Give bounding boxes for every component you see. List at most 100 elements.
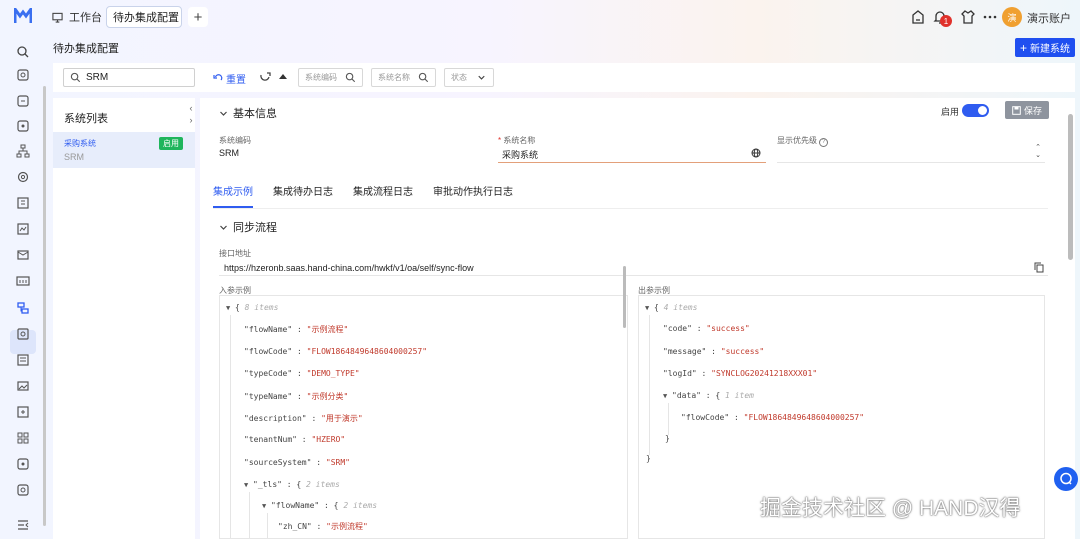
tab-workbench-label: 工作台	[69, 12, 102, 24]
stepper-arrows-icon[interactable]: ⌃ ⌄	[1035, 144, 1041, 160]
help-chat-button[interactable]	[1054, 467, 1078, 491]
search-icon[interactable]	[16, 45, 30, 59]
copy-icon[interactable]	[1034, 262, 1044, 273]
chevron-left-icon: ‹	[189, 103, 193, 113]
caret-down-icon[interactable]: ▼	[226, 304, 230, 312]
json-value: "FLOW1864849648604000257"	[306, 347, 428, 356]
sync-flow-header[interactable]: 同步流程	[219, 219, 277, 235]
chevron-down-icon	[478, 75, 485, 80]
avatar[interactable]: 演	[1002, 7, 1022, 27]
gear-icon[interactable]	[16, 170, 30, 184]
caret-down-icon[interactable]: ▼	[645, 304, 649, 312]
json-field: "sourceSystem" : "SRM"	[244, 458, 350, 467]
globe-icon[interactable]	[751, 148, 761, 158]
nav-icon-6[interactable]	[16, 274, 30, 288]
tab-workbench[interactable]: 工作台	[52, 6, 102, 28]
caret-down-icon[interactable]: ▼	[663, 392, 667, 400]
system-code-filter[interactable]: 系统编码	[298, 68, 363, 87]
nav-icon-1[interactable]	[16, 68, 30, 82]
system-name-filter[interactable]: 系统名称	[371, 68, 436, 87]
json-key: "description"	[244, 414, 307, 423]
mail-icon[interactable]	[16, 248, 30, 262]
caret-down-icon[interactable]: ▼	[262, 502, 266, 510]
org-chart-icon[interactable]	[16, 144, 30, 158]
tab-approval-log[interactable]: 审批动作执行日志	[433, 183, 513, 204]
json-field: "flowName" : "示例流程"	[244, 325, 349, 334]
nav-icon-4[interactable]	[16, 196, 30, 210]
collapse-menu-icon[interactable]	[16, 518, 30, 532]
tab-todo-integration[interactable]: 待办集成配置	[106, 6, 182, 28]
new-system-button[interactable]: + 新建系统	[1015, 38, 1075, 57]
left-nav	[0, 34, 48, 539]
nav-icon-9[interactable]	[16, 405, 30, 419]
priority-field[interactable]: ⌃ ⌄	[777, 144, 1045, 163]
tab-flow-log[interactable]: 集成流程日志	[353, 183, 413, 204]
nav-icon-10[interactable]	[16, 431, 30, 445]
json-value: "示例分类"	[306, 392, 349, 401]
save-button[interactable]: 保存	[1005, 101, 1049, 119]
shirt-icon[interactable]	[960, 9, 976, 25]
nav-scrollbar[interactable]	[43, 86, 46, 526]
json-field: "code" : "success"	[663, 324, 750, 333]
add-tab-label: +	[193, 8, 203, 26]
plus-icon: +	[1019, 40, 1027, 55]
search-input[interactable]	[86, 70, 186, 85]
more-icon[interactable]	[982, 9, 998, 25]
search-icon	[418, 72, 429, 83]
status-filter[interactable]: 状态	[444, 68, 494, 87]
json-key: "sourceSystem"	[244, 458, 312, 467]
system-code-placeholder: 系统编码	[305, 73, 337, 82]
json-closing-brace: }	[646, 454, 651, 463]
search-box[interactable]	[63, 68, 195, 87]
user-name[interactable]: 演示账户	[1027, 10, 1071, 26]
chevron-down-icon	[220, 111, 227, 116]
list-item-code: SRM	[64, 152, 84, 162]
nav-icon-12[interactable]	[16, 483, 30, 497]
json-field: ▼ "_tls" : { 2 items	[244, 480, 340, 489]
tab-integration-example[interactable]: 集成示例	[213, 183, 253, 208]
json-key: "flowName"	[271, 501, 320, 510]
item-count: 2 items	[306, 480, 340, 489]
app-logo-icon[interactable]	[14, 8, 32, 24]
nav-icon-5[interactable]	[16, 222, 30, 236]
integration-icon[interactable]	[16, 301, 30, 315]
add-tab-button[interactable]: +	[188, 7, 208, 27]
input-json-scrollbar[interactable]	[623, 266, 626, 328]
enable-toggle[interactable]	[962, 104, 989, 117]
nav-icon-7[interactable]	[16, 327, 30, 341]
basic-info-header[interactable]: 基本信息	[219, 105, 277, 121]
refresh-icon[interactable]	[259, 71, 271, 83]
json-key: "tenantNum"	[244, 435, 297, 444]
indent-guide	[668, 403, 669, 435]
list-item[interactable]: 采购系统 SRM 启用	[53, 132, 195, 168]
chevron-down-icon	[220, 225, 227, 230]
save-label: 保存	[1023, 105, 1042, 116]
image-icon[interactable]	[16, 379, 30, 393]
nav-icon-3[interactable]	[16, 119, 30, 133]
item-count: 2 items	[343, 501, 378, 510]
reset-button[interactable]: 重置	[213, 71, 246, 86]
item-count: 1 item	[725, 391, 754, 400]
tab-divider	[213, 208, 1048, 209]
nav-icon-11[interactable]	[16, 457, 30, 471]
json-value: "DEMO_TYPE"	[306, 369, 360, 378]
json-value: "SYNCLOG20241218XXX01"	[711, 369, 818, 378]
panel-collapse-toggle[interactable]: ‹ ›	[186, 102, 196, 128]
chat-icon	[1060, 472, 1072, 485]
endpoint-label: 接口地址	[219, 249, 251, 258]
enable-label: 启用	[941, 107, 960, 117]
json-field: "message" : "success"	[663, 347, 765, 356]
nav-icon-8[interactable]	[16, 353, 30, 367]
nav-icon-2[interactable]	[16, 94, 30, 108]
tab-todo-log[interactable]: 集成待办日志	[273, 183, 333, 204]
home-icon[interactable]	[910, 9, 926, 25]
input-json-viewer[interactable]: ▼ { 8 items "flowName" : "示例流程" "flowCod…	[219, 295, 628, 539]
endpoint-value: https://hzeronb.saas.hand-china.com/hwkf…	[224, 263, 474, 273]
status-placeholder: 状态	[451, 73, 467, 82]
system-name-field[interactable]: 采购系统	[498, 144, 766, 163]
caret-down-icon[interactable]: ▼	[244, 481, 248, 489]
main-scrollbar[interactable]	[1068, 114, 1073, 260]
system-name-placeholder: 系统名称	[378, 73, 410, 82]
caret-up-icon[interactable]	[277, 71, 289, 83]
reset-icon	[213, 73, 223, 80]
